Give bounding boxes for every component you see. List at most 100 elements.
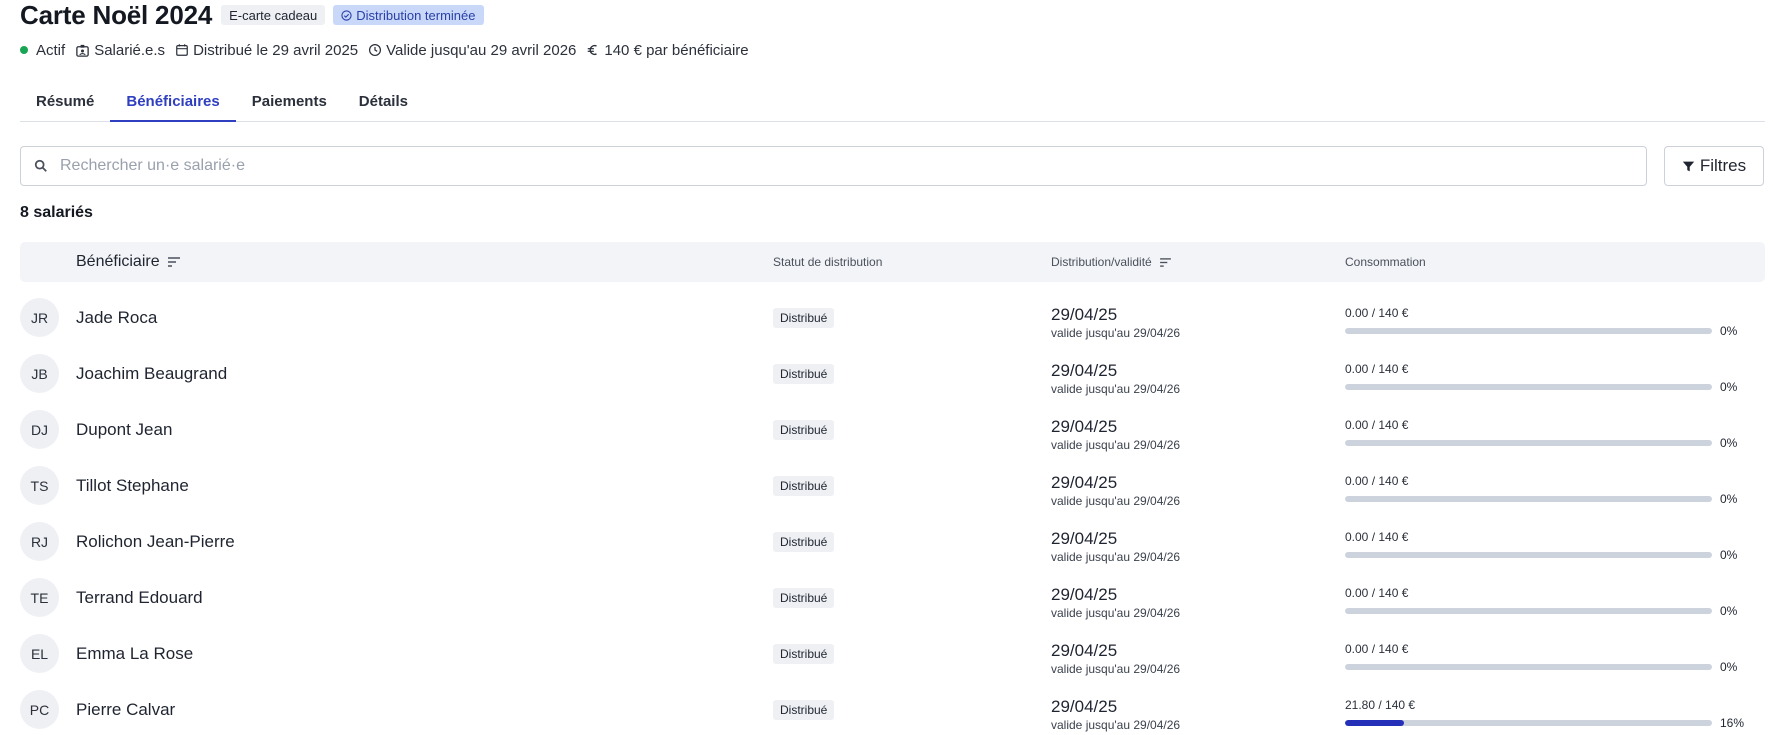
column-status: Statut de distribution: [773, 255, 883, 269]
consumption-percent: 0%: [1720, 324, 1738, 338]
consumption-percent: 0%: [1720, 604, 1738, 618]
search-input[interactable]: Rechercher un·e salarié·e: [20, 146, 1647, 186]
distribution-date: 29/04/25: [1051, 641, 1118, 660]
consumption-percent: 0%: [1720, 660, 1738, 674]
consumption-amount: 0.00 / 140 €: [1345, 418, 1409, 432]
audience-info: Salarié.e.s: [75, 42, 165, 59]
consumption-percent: 0%: [1720, 436, 1738, 450]
status-badge: Distribué: [773, 420, 835, 440]
validity-info: Valide jusqu'au 29 avril 2026: [368, 42, 576, 59]
status-badge: Distribué: [773, 476, 835, 496]
column-beneficiary[interactable]: Bénéficiaire: [76, 242, 180, 282]
validity-date: valide jusqu'au 29/04/26: [1051, 382, 1181, 396]
status-label: Actif: [36, 41, 66, 59]
beneficiary-name: Dupont Jean: [76, 420, 173, 439]
avatar: PC: [20, 690, 59, 729]
type-badge: E-carte cadeau: [221, 5, 326, 25]
consumption-percent: 0%: [1720, 548, 1738, 562]
table-row[interactable]: EL Emma La Rose Distribué 29/04/25 valide ju…: [20, 625, 1765, 681]
table-row[interactable]: JR Jade Roca Distribué 29/04/25 valide jusqu…: [20, 289, 1765, 345]
check-circle-icon: [341, 9, 352, 21]
beneficiary-name: Joachim Beaugrand: [76, 364, 228, 383]
table-row[interactable]: RJ Rolichon Jean-Pierre Distribué 29/04/25 v…: [20, 513, 1765, 569]
badge-icon: [76, 44, 89, 57]
validity-date: valide jusqu'au 29/04/26: [1051, 606, 1181, 620]
page-header: Carte Noël 2024 E-carte cadeau Distribut…: [20, 0, 759, 60]
amount-label: 140 € par bénéficiaire: [604, 41, 749, 59]
consumption-percent: 0%: [1720, 492, 1738, 506]
avatar: TS: [20, 466, 59, 505]
consumption-amount: 0.00 / 140 €: [1345, 474, 1409, 488]
status-badge: Distribué: [773, 364, 835, 384]
tab-beneficiaires[interactable]: Bénéficiaires: [110, 87, 236, 122]
result-count: 8 salariés: [20, 204, 93, 221]
beneficiary-name: Pierre Calvar: [76, 700, 176, 719]
avatar: JR: [20, 298, 59, 337]
consumption-progress-bar: [1345, 608, 1712, 614]
distributed-label: Distribué le 29 avril 2025: [193, 41, 359, 59]
clock-icon: [369, 43, 382, 57]
status-badge: Distribué: [773, 700, 835, 720]
distributed-info: Distribué le 29 avril 2025: [175, 42, 358, 59]
tab-paiements[interactable]: Paiements: [236, 87, 343, 122]
consumption-amount: 0.00 / 140 €: [1345, 642, 1409, 656]
distribution-status-badge: Distribution terminée: [333, 5, 484, 25]
table-row[interactable]: PC Pierre Calvar Distribué 29/04/25 valide j…: [20, 681, 1765, 735]
status-indicator: Actif: [20, 42, 65, 59]
consumption-progress-fill: [1345, 720, 1404, 726]
table-header: Bénéficiaire Statut de distribution Dist…: [20, 242, 1765, 282]
consumption-progress-bar: [1345, 720, 1712, 726]
search-icon: [34, 159, 47, 172]
sort-icon: [167, 257, 180, 267]
column-beneficiary-label: Bénéficiaire: [76, 253, 160, 270]
tab-details[interactable]: Détails: [343, 87, 424, 122]
consumption-progress-bar: [1345, 552, 1712, 558]
avatar: EL: [20, 634, 59, 673]
status-badge: Distribué: [773, 532, 835, 552]
consumption-progress-bar: [1345, 328, 1712, 334]
beneficiary-name: Rolichon Jean-Pierre: [76, 532, 235, 551]
filters-button[interactable]: Filtres: [1664, 146, 1764, 186]
table-row[interactable]: TS Tillot Stephane Distribué 29/04/25 valide…: [20, 457, 1765, 513]
table-row[interactable]: DJ Dupont Jean Distribué 29/04/25 valide jus…: [20, 401, 1765, 457]
avatar: DJ: [20, 410, 59, 449]
table-row[interactable]: JB Joachim Beaugrand Distribué 29/04/25 vali…: [20, 345, 1765, 401]
consumption-progress-bar: [1345, 496, 1712, 502]
column-distribution[interactable]: Distribution/validité: [1051, 242, 1171, 282]
beneficiary-name: Terrand Edouard: [76, 588, 203, 607]
validity-date: valide jusqu'au 29/04/26: [1051, 326, 1181, 340]
beneficiary-name: Emma La Rose: [76, 644, 194, 663]
distribution-date: 29/04/25: [1051, 361, 1118, 380]
status-dot-icon: [20, 46, 28, 54]
distribution-date: 29/04/25: [1051, 697, 1118, 716]
tab-resume[interactable]: Résumé: [20, 87, 110, 122]
validity-date: valide jusqu'au 29/04/26: [1051, 550, 1181, 564]
beneficiary-name: Tillot Stephane: [76, 476, 189, 495]
meta-row: Actif Salarié.e.s Distribué le 29 avril …: [20, 40, 759, 60]
filters-label: Filtres: [1699, 156, 1747, 175]
search-placeholder: Rechercher un·e salarié·e: [60, 157, 245, 174]
status-badge: Distribué: [773, 588, 835, 608]
tab-bar: Résumé Bénéficiaires Paiements Détails: [20, 87, 1765, 122]
avatar: RJ: [20, 522, 59, 561]
validity-date: valide jusqu'au 29/04/26: [1051, 494, 1181, 508]
validity-date: valide jusqu'au 29/04/26: [1051, 718, 1181, 732]
table-row[interactable]: TE Terrand Edouard Distribué 29/04/25 valide…: [20, 569, 1765, 625]
amount-info: 140 € par bénéficiaire: [586, 41, 749, 59]
distribution-date: 29/04/25: [1051, 417, 1118, 436]
consumption-progress-bar: [1345, 384, 1712, 390]
distribution-date: 29/04/25: [1051, 585, 1118, 604]
validity-date: valide jusqu'au 29/04/26: [1051, 662, 1181, 676]
consumption-amount: 21.80 / 140 €: [1345, 698, 1416, 712]
distribution-date: 29/04/25: [1051, 473, 1118, 492]
validity-label: Valide jusqu'au 29 avril 2026: [386, 41, 577, 59]
avatar: TE: [20, 578, 59, 617]
consumption-amount: 0.00 / 140 €: [1345, 362, 1409, 376]
filter-icon: [1682, 161, 1695, 171]
calendar-icon: [176, 44, 188, 56]
distribution-date: 29/04/25: [1051, 305, 1118, 324]
audience-label: Salarié.e.s: [94, 41, 166, 59]
consumption-percent: 0%: [1720, 380, 1738, 394]
distribution-date: 29/04/25: [1051, 529, 1118, 548]
consumption-amount: 0.00 / 140 €: [1345, 306, 1409, 320]
